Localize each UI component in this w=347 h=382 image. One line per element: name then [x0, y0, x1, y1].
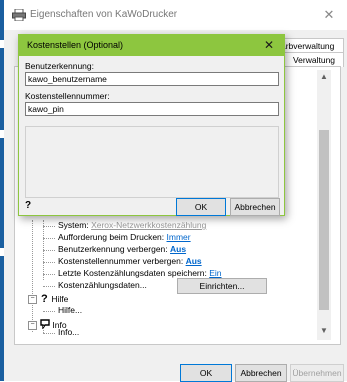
- window-title: Eigenschaften von KaWoDrucker: [30, 9, 178, 20]
- dialog-titlebar: Kostenstellen (Optional) ✕: [19, 35, 284, 56]
- collapse-info-icon[interactable]: −: [28, 321, 37, 330]
- tree-item-label: Info...: [58, 327, 80, 337]
- tree-item-aufforderung[interactable]: Aufforderung beim Drucken: Immer: [58, 232, 191, 242]
- collapse-hilfe-icon[interactable]: −: [28, 295, 37, 304]
- tree-item-label: System:: [58, 220, 92, 230]
- dialog-cancel-button[interactable]: Abbrechen: [230, 198, 280, 216]
- dialog-ok-button[interactable]: OK: [176, 198, 226, 216]
- tree-connector: [43, 311, 55, 312]
- tree-item-kostenstellennummer[interactable]: Kostenstellennummer verbergen: Aus: [58, 256, 202, 266]
- tree-item-label: Benutzerkennung verbergen:: [58, 244, 170, 254]
- tree-item-value[interactable]: Immer: [167, 232, 191, 242]
- settings-tree: System: Xerox-Netzwerkkostenzählung Auff…: [26, 220, 316, 340]
- scroll-thumb[interactable]: [319, 130, 329, 310]
- user-id-label: Benutzerkennung:: [25, 61, 94, 71]
- printer-icon: [12, 9, 26, 21]
- einrichten-button[interactable]: Einrichten...: [177, 278, 267, 294]
- tree-item-value[interactable]: Xerox-Netzwerkkostenzählung: [91, 220, 206, 230]
- tree-item-label: Hilfe...: [58, 305, 83, 315]
- dialog-title: Kostenstellen (Optional): [27, 40, 124, 50]
- tree-group-label: Hilfe: [51, 294, 69, 304]
- speech-bubble-icon: [40, 319, 50, 331]
- tree-item-system[interactable]: System: Xerox-Netzwerkkostenzählung: [58, 220, 206, 230]
- cost-center-label: Kostenstellennummer:: [25, 91, 110, 101]
- tree-item-info[interactable]: Info...: [58, 327, 79, 337]
- tree-connector: [43, 226, 55, 227]
- tree-connector: [43, 250, 55, 251]
- tree-item-kostenzaehlungsdaten[interactable]: Kostenzählungsdaten...: [58, 280, 147, 290]
- cancel-button[interactable]: Abbrechen: [235, 364, 287, 382]
- tree-item-label: Kostenzählungsdaten...: [58, 280, 147, 290]
- scroll-up-arrow[interactable]: ▲: [317, 72, 331, 81]
- tree-connector: [43, 274, 55, 275]
- tree-connector: [43, 262, 55, 263]
- dialog-content-area: [25, 126, 279, 198]
- tab-label: Verwaltung: [292, 55, 336, 65]
- user-id-field[interactable]: kawo_benutzername: [25, 72, 279, 86]
- scroll-down-arrow[interactable]: ▼: [317, 326, 331, 335]
- tree-connector: [43, 326, 44, 333]
- dialog-close-button[interactable]: ✕: [261, 37, 277, 53]
- tree-group-hilfe[interactable]: ? Hilfe: [40, 293, 69, 305]
- tree-item-label: Aufforderung beim Drucken:: [58, 232, 167, 242]
- apply-button[interactable]: Übernehmen: [290, 364, 344, 382]
- tree-connector: [43, 286, 55, 287]
- question-icon: ?: [41, 293, 48, 305]
- tree-item-value[interactable]: Aus: [170, 244, 186, 254]
- tab-farbverwaltung[interactable]: arbverwaltung: [276, 38, 344, 53]
- tree-item-letzte-daten[interactable]: Letzte Kostenzählungsdaten speichern: Ei…: [58, 268, 222, 278]
- tree-item-hilfe[interactable]: Hilfe...: [58, 305, 82, 315]
- window-close-button[interactable]: ✕: [321, 7, 337, 23]
- svg-text:?: ?: [41, 293, 48, 303]
- vertical-scrollbar[interactable]: ▲ ▼: [317, 70, 331, 340]
- ok-button[interactable]: OK: [180, 364, 232, 382]
- cost-center-field[interactable]: kawo_pin: [25, 102, 279, 116]
- tree-item-value[interactable]: Ein: [209, 268, 221, 278]
- window-titlebar: Eigenschaften von KaWoDrucker ✕: [4, 0, 347, 30]
- tree-item-label: Letzte Kostenzählungsdaten speichern:: [58, 268, 210, 278]
- tab-label: arbverwaltung: [281, 41, 335, 51]
- tab-verwaltung[interactable]: Verwaltung: [284, 52, 344, 67]
- tree-item-label: Kostenstellennummer verbergen:: [58, 256, 186, 266]
- tree-connector: [43, 238, 55, 239]
- kostenstellen-dialog: Kostenstellen (Optional) ✕ Benutzerkennu…: [18, 34, 285, 216]
- tree-item-value[interactable]: Aus: [186, 256, 202, 266]
- tree-connector: [43, 333, 55, 334]
- help-icon[interactable]: ?: [25, 200, 31, 211]
- tree-item-benutzerkennung[interactable]: Benutzerkennung verbergen: Aus: [58, 244, 186, 254]
- tree-connector: [32, 220, 33, 332]
